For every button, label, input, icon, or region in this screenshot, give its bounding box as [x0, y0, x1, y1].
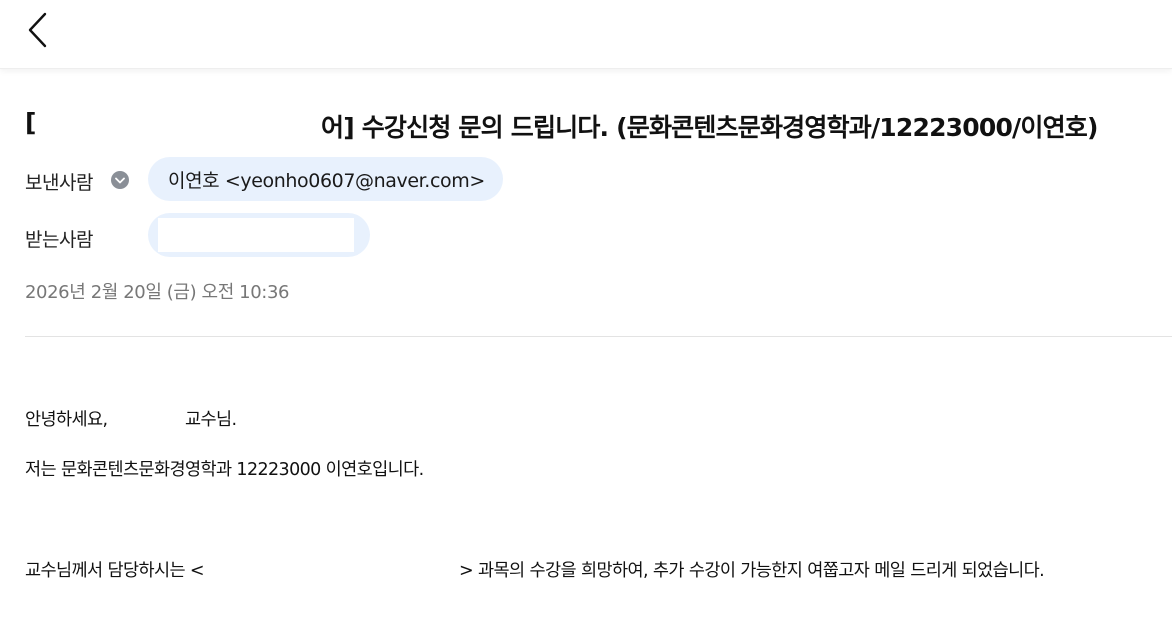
- greeting-text: 안녕하세요,: [25, 410, 108, 430]
- sender-details-toggle[interactable]: [111, 171, 129, 189]
- back-button[interactable]: [18, 8, 58, 52]
- recipient-label: 받는사람: [25, 229, 93, 251]
- body-intro: 저는 문화콘텐츠문화경영학과 12223000 이연호입니다.: [25, 460, 424, 480]
- chevron-down-icon: [115, 177, 125, 183]
- request-text-end: > 과목의 수강을 희망하여, 추가 수강이 가능한지 여쭙고자 메일 드리게 …: [459, 561, 1045, 581]
- email-date: 2026년 2월 20일 (금) 오전 10:36: [25, 282, 290, 303]
- top-bar: [0, 0, 1172, 69]
- subject-prefix: [: [25, 108, 36, 137]
- redacted-block: [158, 218, 354, 252]
- subject-text: 어] 수강신청 문의 드립니다. (문화콘텐츠문화경영학과/12223000/이…: [321, 113, 1098, 142]
- recipient-chip[interactable]: [148, 213, 370, 257]
- chevron-left-icon: [28, 12, 47, 48]
- request-text-start: 교수님께서 담당하시는 <: [25, 561, 205, 581]
- sender-chip[interactable]: 이연호 <yeonho0607@naver.com>: [148, 157, 503, 201]
- redacted-block: [42, 106, 322, 142]
- email-subject: [ 어] 수강신청 문의 드립니다. (문화콘텐츠문화경영학과/12223000…: [25, 106, 1165, 142]
- greeting-title: 교수님.: [185, 410, 237, 430]
- divider: [25, 336, 1172, 337]
- sender-label: 보낸사람: [25, 172, 93, 194]
